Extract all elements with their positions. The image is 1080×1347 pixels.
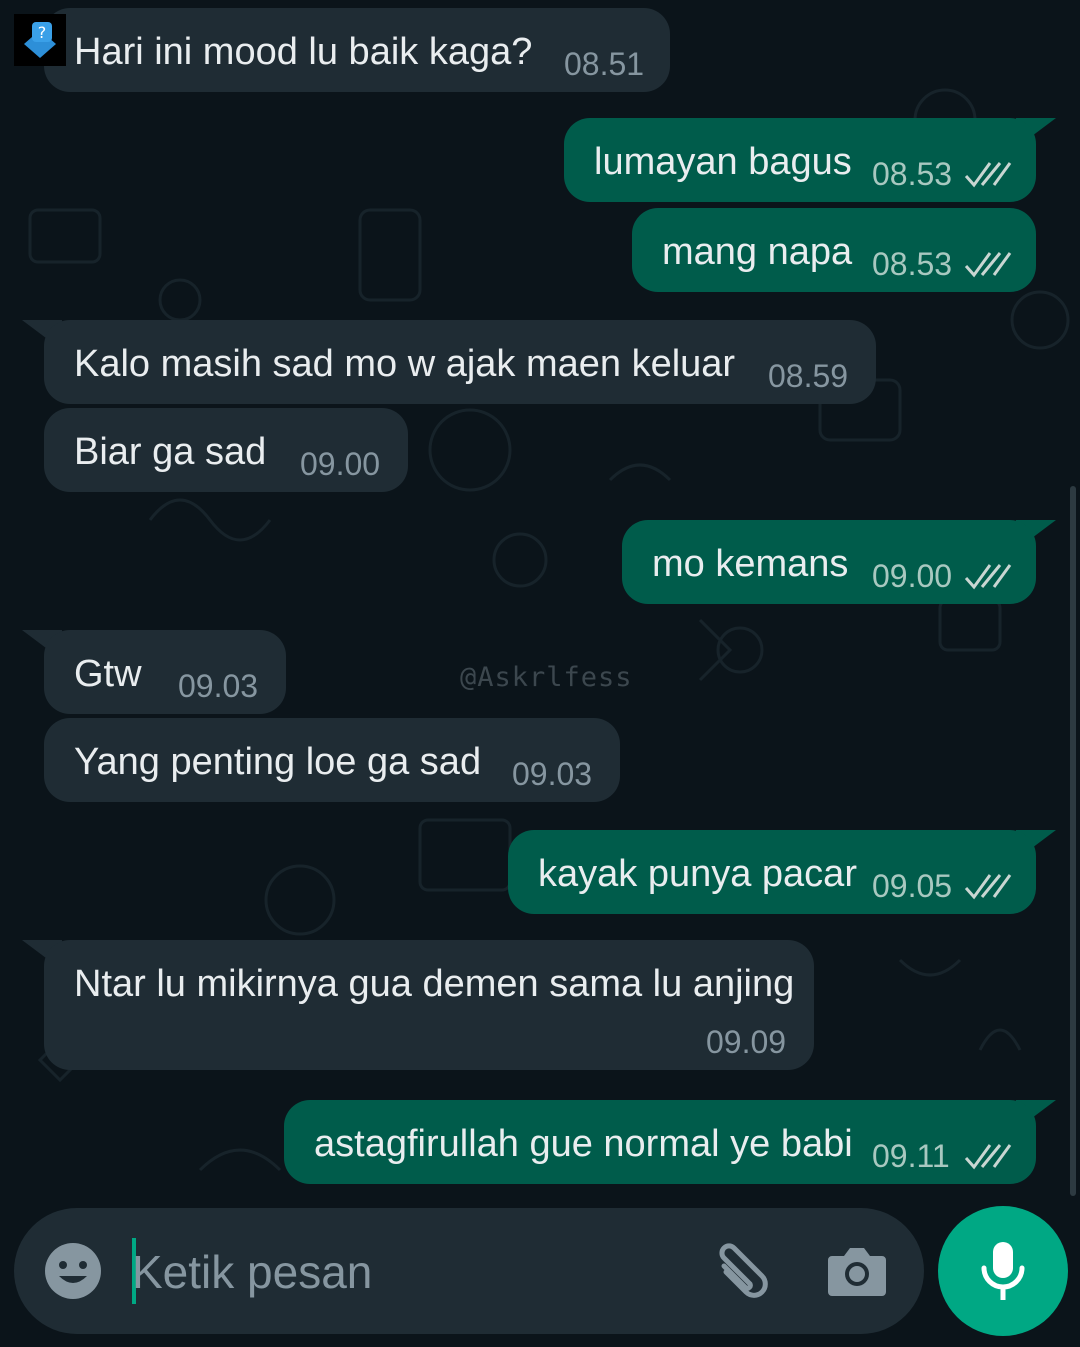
message-time: 09.05 [872, 868, 953, 904]
message-bubble-incoming[interactable]: Yang penting loe ga sad 09.03 [44, 718, 620, 802]
message-bubble-incoming[interactable]: Kalo masih sad mo w ajak maen keluar 08.… [44, 320, 876, 404]
message-bubble-incoming[interactable]: Gtw 09.03 [44, 630, 286, 714]
message-time: 08.51 [564, 46, 645, 82]
message-time: 09.03 [178, 668, 259, 704]
chat-scrollbar[interactable] [1070, 486, 1076, 1196]
message-time: 08.53 [872, 246, 953, 282]
message-text: mang napa [662, 231, 853, 273]
message-text: Ntar lu mikirnya gua demen sama lu anjin… [74, 963, 795, 1005]
paperclip-icon[interactable] [706, 1238, 772, 1304]
message-text: kayak punya pacar [538, 853, 857, 895]
message-text: Gtw [74, 653, 142, 695]
message-time: 09.00 [300, 446, 381, 482]
message-input[interactable] [132, 1240, 692, 1304]
message-bubble-outgoing[interactable]: astagfirullah gue normal ye babi 09.11 [284, 1100, 1036, 1184]
double-check-icon [964, 1144, 1012, 1170]
message-text: Biar ga sad [74, 431, 267, 473]
message-bubble-outgoing[interactable]: mo kemans 09.00 [622, 520, 1036, 604]
message-bubble-incoming[interactable]: Hari ini mood lu baik kaga? 08.51 [44, 8, 670, 92]
message-bubble-incoming[interactable]: Biar ga sad 09.00 [44, 408, 408, 492]
message-time: 08.53 [872, 156, 953, 192]
message-time: 09.11 [872, 1138, 950, 1174]
message-bubble-incoming[interactable]: Ntar lu mikirnya gua demen sama lu anjin… [44, 940, 814, 1070]
message-text: Hari ini mood lu baik kaga? [74, 31, 533, 73]
message-time: 09.09 [706, 1024, 787, 1060]
message-bubble-outgoing[interactable]: mang napa 08.53 [632, 208, 1036, 292]
double-check-icon [964, 162, 1012, 188]
message-text: lumayan bagus [594, 141, 852, 183]
double-check-icon [964, 564, 1012, 590]
message-time: 08.59 [768, 358, 849, 394]
microphone-icon [981, 1242, 1025, 1300]
avatar-icon: ? [14, 14, 66, 66]
message-text: mo kemans [652, 543, 849, 585]
message-composer [14, 1208, 924, 1334]
message-text: astagfirullah gue normal ye babi [314, 1123, 853, 1165]
message-text: Kalo masih sad mo w ajak maen keluar [74, 343, 736, 385]
message-bubble-outgoing[interactable]: kayak punya pacar 09.05 [508, 830, 1036, 914]
smiley-icon[interactable] [42, 1240, 104, 1302]
camera-icon[interactable] [826, 1242, 888, 1300]
message-time: 09.00 [872, 558, 953, 594]
svg-text:?: ? [38, 23, 47, 42]
double-check-icon [964, 874, 1012, 900]
message-bubble-outgoing[interactable]: lumayan bagus 08.53 [564, 118, 1036, 202]
double-check-icon [964, 252, 1012, 278]
message-list[interactable]: Hari ini mood lu baik kaga? 08.51 ? luma… [0, 0, 1080, 1200]
watermark-text: @Askrlfess [460, 662, 633, 693]
message-text: Yang penting loe ga sad [74, 741, 482, 783]
sender-avatar[interactable]: ? [14, 14, 66, 66]
message-time: 09.03 [512, 756, 593, 792]
voice-record-button[interactable] [938, 1206, 1068, 1336]
